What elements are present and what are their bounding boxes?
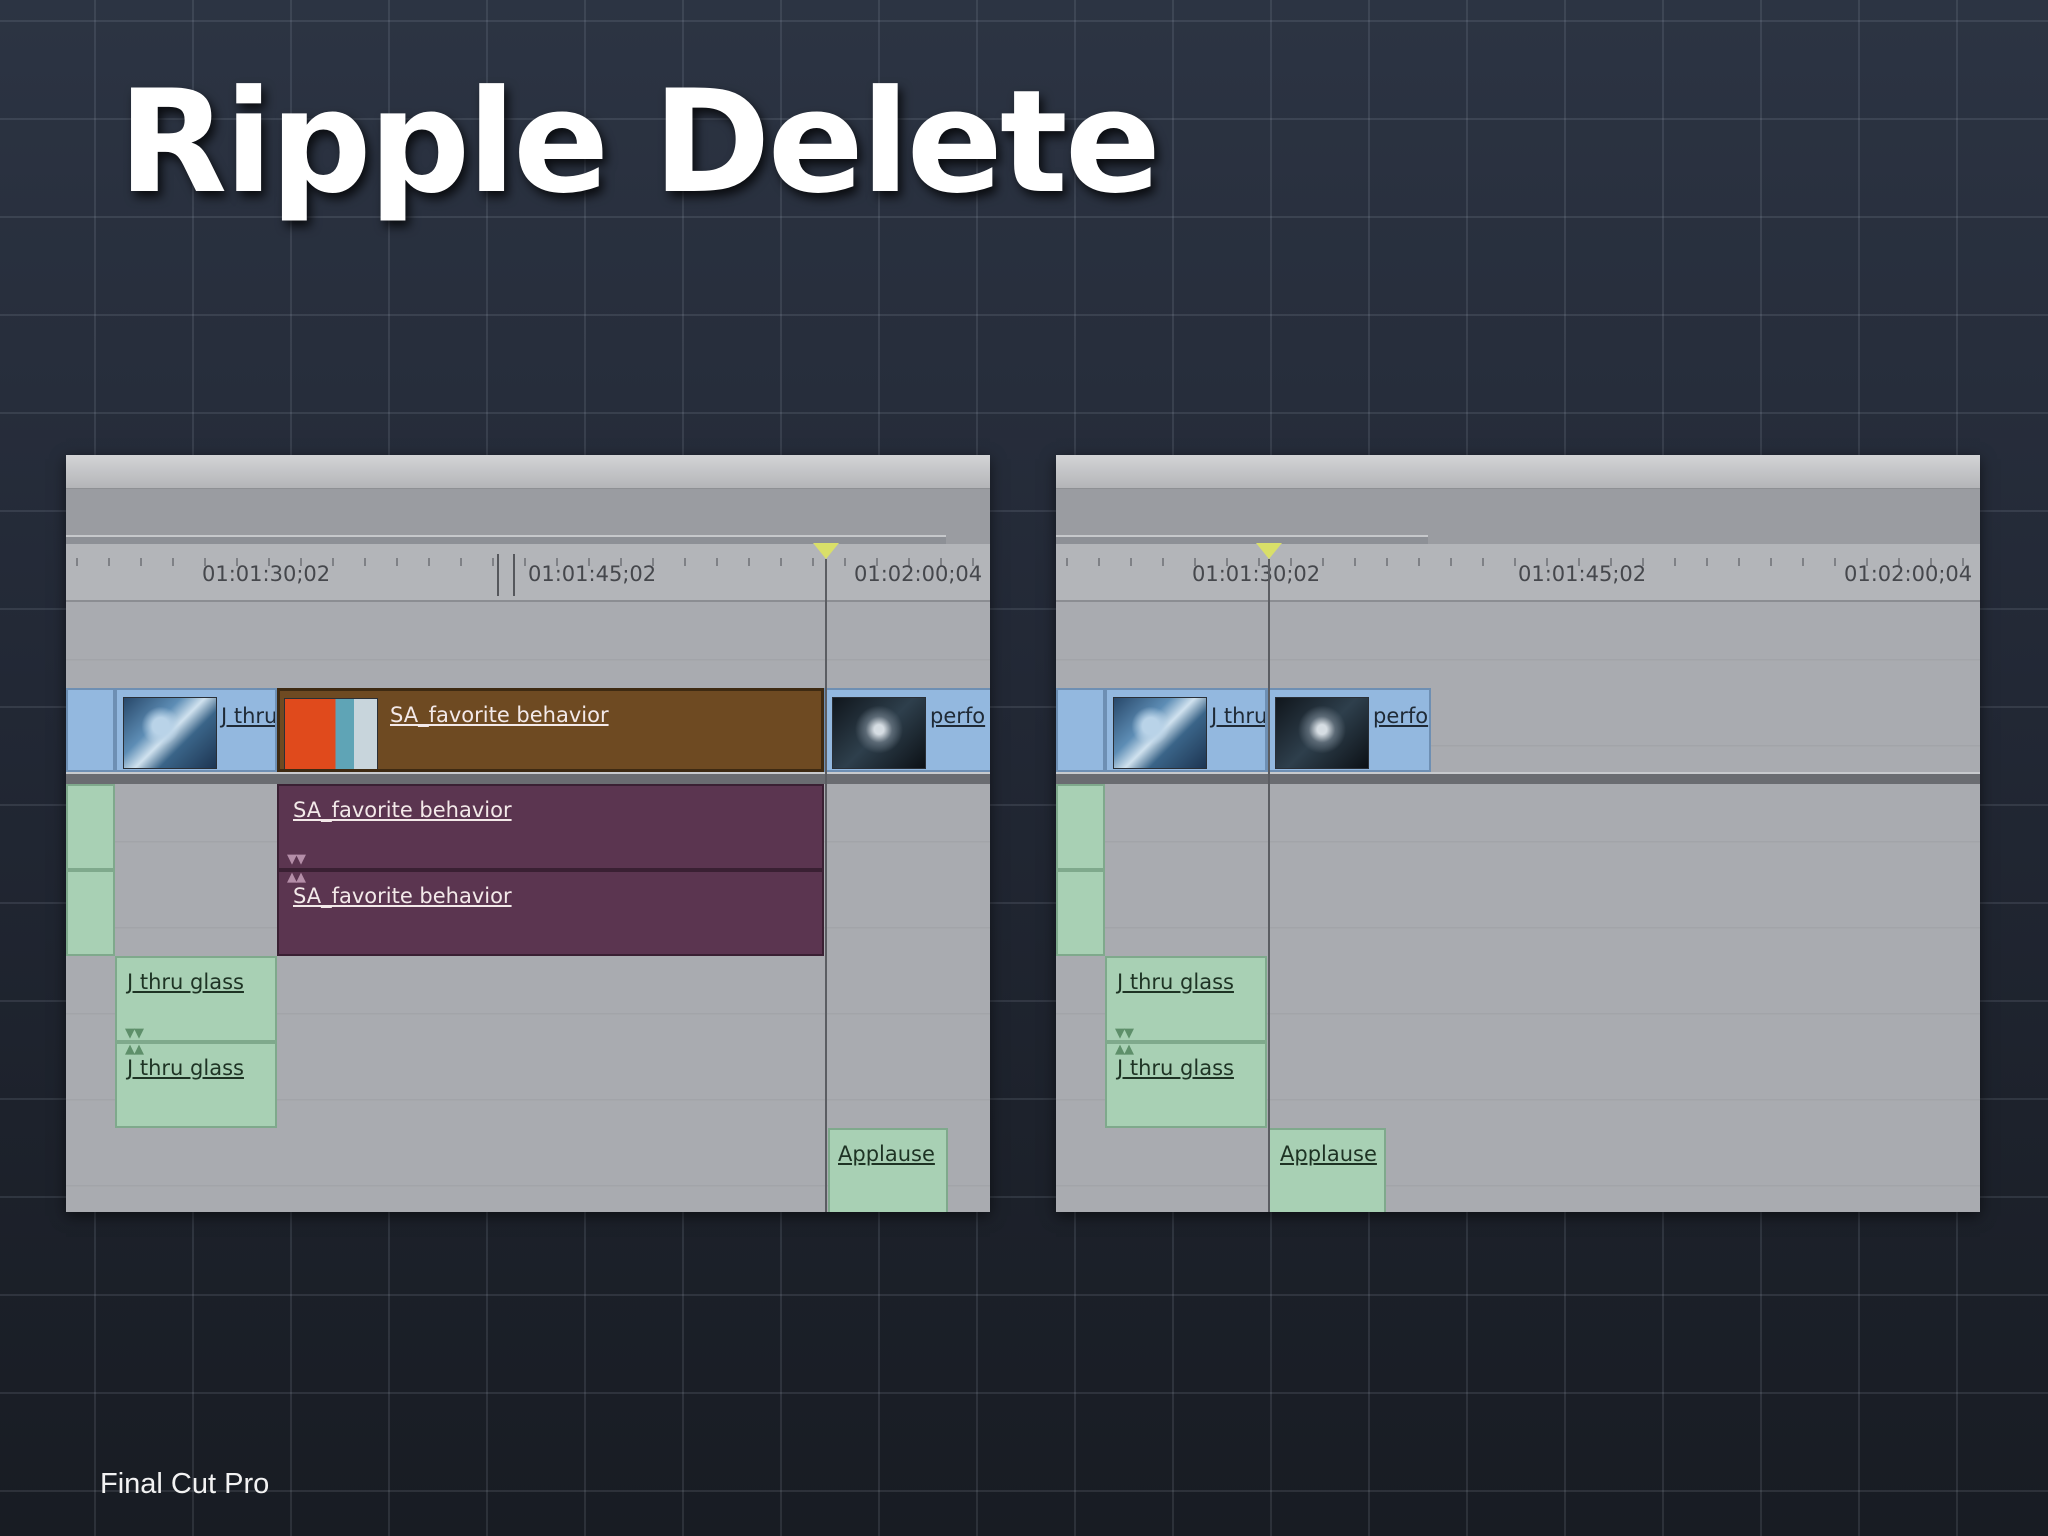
audio-clip-sa-favorite-behavior-1[interactable]: SA_favorite behavior ▼▼ bbox=[277, 784, 824, 870]
stereo-link-icon: ▼▼ bbox=[287, 852, 306, 867]
clip-label: SA_favorite behavior bbox=[293, 884, 512, 908]
clip-label: perfo bbox=[930, 704, 986, 728]
audio-clip-applause[interactable]: Applause bbox=[1268, 1128, 1386, 1212]
video-clip-j-thru[interactable]: J thru bbox=[115, 688, 277, 772]
timeline-before-panel: 01:01:30;02 01:01:45;02 01:02:00;04 J th… bbox=[66, 455, 990, 1212]
clip-label: J thru bbox=[221, 704, 277, 728]
clip-thumbnail bbox=[832, 697, 926, 769]
video-clip-edge[interactable] bbox=[1056, 688, 1105, 772]
audio-track-a1 bbox=[1056, 784, 1980, 872]
timeline-toolbar bbox=[66, 455, 990, 489]
playhead-line[interactable] bbox=[1268, 559, 1270, 1212]
clip-label: J thru glass bbox=[1117, 1056, 1234, 1080]
clip-label: Applause bbox=[1280, 1142, 1377, 1166]
video-clip-edge[interactable] bbox=[66, 688, 115, 772]
clip-label: perfo bbox=[1373, 704, 1429, 728]
audio-track-a5 bbox=[1056, 1128, 1980, 1212]
clip-label: J thru bbox=[1211, 704, 1267, 728]
slide-footer: Final Cut Pro bbox=[100, 1468, 270, 1500]
timecode-ruler[interactable]: 01:01:30;02 01:01:45;02 01:02:00;04 bbox=[66, 544, 990, 602]
empty-video-track bbox=[1056, 602, 1980, 690]
audio-clip-j-thru-glass-1[interactable]: J thru glass ▼▼ bbox=[1105, 956, 1267, 1042]
clip-thumbnail bbox=[1113, 697, 1207, 769]
video-clip-perfo[interactable]: perfo bbox=[824, 688, 990, 772]
audio-track-a2 bbox=[1056, 870, 1980, 958]
out-point-marker bbox=[513, 554, 515, 596]
audio-clip-j-thru-glass-2[interactable]: ▲▲ J thru glass bbox=[115, 1042, 277, 1128]
clip-label: SA_favorite behavior bbox=[293, 798, 512, 822]
playhead-icon[interactable] bbox=[1256, 543, 1282, 559]
video-clip-j-thru[interactable]: J thru bbox=[1105, 688, 1267, 772]
slide-title: Ripple Delete bbox=[118, 60, 1161, 225]
timeline-after-panel: 01:01:30;02 01:01:45;02 01:02:00;04 J th… bbox=[1056, 455, 1980, 1212]
stereo-link-icon: ▲▲ bbox=[287, 870, 306, 885]
clip-label: J thru glass bbox=[127, 970, 244, 994]
audio-clip-sa-favorite-behavior-2[interactable]: ▲▲ SA_favorite behavior bbox=[277, 870, 824, 956]
clip-label: Applause bbox=[838, 1142, 935, 1166]
clip-thumbnail bbox=[284, 698, 378, 769]
empty-video-track bbox=[66, 602, 990, 690]
audio-clip-j-thru-glass-1[interactable]: J thru glass ▼▼ bbox=[115, 956, 277, 1042]
audio-clip-edge[interactable] bbox=[66, 784, 115, 870]
video-clip-sa-favorite-behavior-selected[interactable]: SA_favorite behavior bbox=[277, 688, 824, 772]
playhead-icon[interactable] bbox=[813, 543, 839, 559]
timecode-ruler[interactable]: 01:01:30;02 01:01:45;02 01:02:00;04 bbox=[1056, 544, 1980, 602]
audio-clip-j-thru-glass-2[interactable]: ▲▲ J thru glass bbox=[1105, 1042, 1267, 1128]
stereo-link-icon: ▲▲ bbox=[1115, 1042, 1134, 1057]
timecode-label: 01:01:45;02 bbox=[1518, 562, 1647, 586]
clip-thumbnail bbox=[123, 697, 217, 769]
clip-label: SA_favorite behavior bbox=[390, 703, 609, 727]
audio-clip-edge[interactable] bbox=[1056, 784, 1105, 870]
audio-clip-applause[interactable]: Applause bbox=[828, 1128, 948, 1212]
stereo-link-icon: ▲▲ bbox=[125, 1042, 144, 1057]
clip-thumbnail bbox=[1275, 697, 1369, 769]
audio-clip-edge[interactable] bbox=[66, 870, 115, 956]
timecode-label: 01:01:30;02 bbox=[1192, 562, 1321, 586]
timecode-label: 01:01:30;02 bbox=[202, 562, 331, 586]
in-point-marker bbox=[497, 554, 499, 596]
audio-clip-edge[interactable] bbox=[1056, 870, 1105, 956]
timecode-label: 01:02:00;04 bbox=[854, 562, 983, 586]
stereo-link-icon: ▼▼ bbox=[125, 1026, 144, 1041]
stereo-link-icon: ▼▼ bbox=[1115, 1026, 1134, 1041]
playhead-line[interactable] bbox=[825, 559, 827, 1212]
timeline-toolbar bbox=[1056, 455, 1980, 489]
clip-label: J thru glass bbox=[1117, 970, 1234, 994]
video-clip-perfo[interactable]: perfo bbox=[1267, 688, 1431, 772]
timecode-label: 01:02:00;04 bbox=[1844, 562, 1973, 586]
timecode-label: 01:01:45;02 bbox=[528, 562, 657, 586]
clip-label: J thru glass bbox=[127, 1056, 244, 1080]
